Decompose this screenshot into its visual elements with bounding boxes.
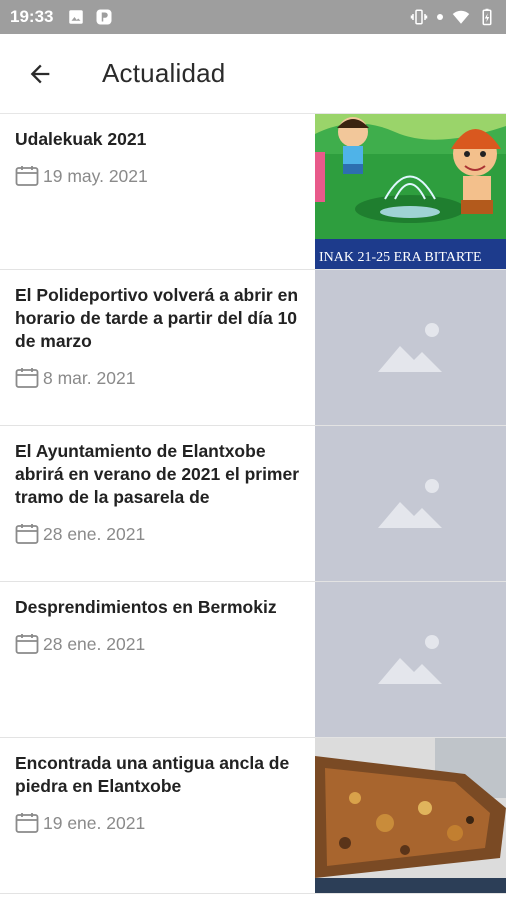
news-date-row: 8 mar. 2021 [15, 367, 301, 389]
placeholder-image [315, 270, 506, 425]
status-bar: 19:33 [0, 0, 506, 34]
stone-anchor-photo [315, 738, 506, 893]
calendar-icon [15, 634, 39, 654]
news-title: Udalekuak 2021 [15, 129, 147, 149]
news-item[interactable]: Udalekuak 2021 19 may. 2021 INAK 21-25 E… [0, 114, 506, 270]
vibrate-icon [410, 9, 428, 25]
news-item-text: El Ayuntamiento de Elantxobe abrirá en v… [0, 426, 315, 581]
news-date-row: 19 may. 2021 [15, 165, 301, 187]
image-placeholder-icon [377, 634, 442, 684]
calendar-icon [15, 166, 39, 186]
news-thumbnail [315, 738, 506, 893]
news-item[interactable]: El Polideportivo volverá a abrir en hora… [0, 270, 506, 426]
news-item-text: El Polideportivo volverá a abrir en hora… [0, 270, 315, 425]
news-title: Encontrada una antigua ancla de piedra e… [15, 753, 290, 796]
news-date: 28 ene. 2021 [43, 633, 146, 654]
news-thumbnail [315, 426, 506, 581]
calendar-icon [15, 813, 39, 833]
news-item[interactable]: Encontrada una antigua ancla de piedra e… [0, 738, 506, 894]
placeholder-image [315, 582, 506, 737]
news-date: 28 ene. 2021 [43, 523, 146, 544]
camp-illustration-image: INAK 21-25 ERA BITARTE [315, 114, 506, 269]
image-placeholder-icon [377, 322, 442, 372]
news-title: El Ayuntamiento de Elantxobe abrirá en v… [15, 441, 300, 507]
news-date-row: 19 ene. 2021 [15, 812, 301, 834]
image-placeholder-icon [377, 478, 442, 528]
status-right-icons [410, 8, 496, 26]
news-date-row: 28 ene. 2021 [15, 523, 301, 545]
news-title: Desprendimientos en Bermokiz [15, 597, 277, 617]
thumb-caption: INAK 21-25 ERA BITARTE [319, 250, 482, 265]
arrow-back-icon [30, 64, 50, 83]
app-bar: Actualidad [0, 34, 506, 114]
news-item-text: Desprendimientos en Bermokiz 28 ene. 202… [0, 582, 315, 737]
status-left-icons [67, 8, 113, 26]
news-thumbnail: INAK 21-25 ERA BITARTE [315, 114, 506, 269]
news-date: 8 mar. 2021 [43, 367, 136, 388]
calendar-icon [15, 524, 39, 544]
battery-icon [482, 8, 492, 26]
news-item-text: Udalekuak 2021 19 may. 2021 [0, 114, 315, 269]
calendar-icon [15, 368, 39, 388]
news-item-text: Encontrada una antigua ancla de piedra e… [0, 738, 315, 893]
back-button[interactable] [12, 46, 68, 102]
parking-icon [96, 9, 112, 25]
news-date: 19 may. 2021 [43, 165, 148, 186]
wifi-icon [452, 10, 470, 24]
placeholder-image [315, 426, 506, 581]
image-icon [69, 10, 84, 24]
news-item[interactable]: El Ayuntamiento de Elantxobe abrirá en v… [0, 426, 506, 582]
news-list: Udalekuak 2021 19 may. 2021 INAK 21-25 E… [0, 114, 506, 894]
news-date-row: 28 ene. 2021 [15, 633, 301, 655]
news-thumbnail [315, 582, 506, 737]
status-time: 19:33 [10, 7, 54, 26]
dot-icon [437, 14, 443, 20]
news-item[interactable]: Desprendimientos en Bermokiz 28 ene. 202… [0, 582, 506, 738]
news-title: El Polideportivo volverá a abrir en hora… [15, 285, 299, 351]
news-thumbnail [315, 270, 506, 425]
news-date: 19 ene. 2021 [43, 812, 146, 833]
page-title: Actualidad [102, 58, 226, 88]
